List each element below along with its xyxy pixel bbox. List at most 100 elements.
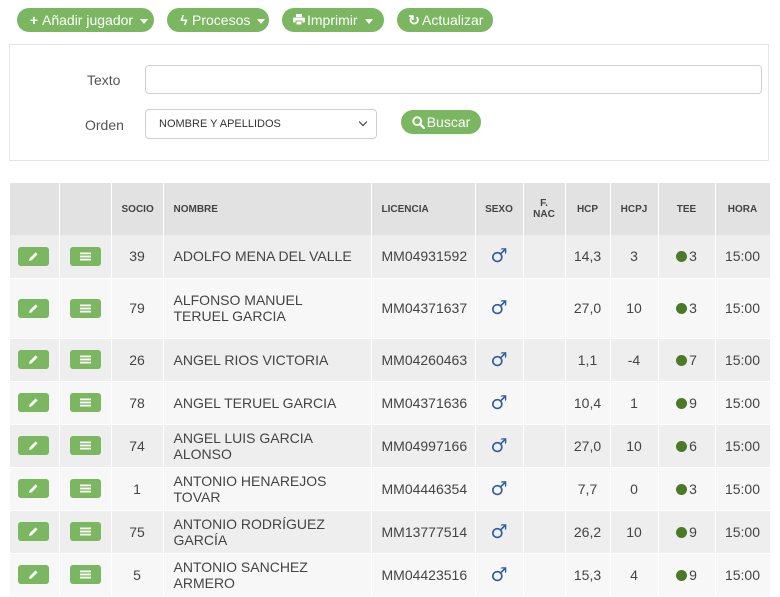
details-button[interactable] (70, 436, 101, 455)
hcpj-cell: 1 (610, 381, 659, 425)
hcpj-cell: -4 (610, 338, 659, 382)
sexo-cell: ♂ (475, 510, 524, 554)
nombre-cell: ANGEL TERUEL GARCIA (163, 381, 372, 425)
header-edit (10, 183, 60, 235)
edit-cell (10, 424, 60, 468)
order-select[interactable]: NOMBRE Y APELLIDOS (145, 109, 377, 139)
nombre-cell: ANTONIO SANCHEZ ARMERO (163, 553, 372, 597)
print-icon (292, 8, 306, 32)
licencia-cell: MM04423516 (371, 553, 476, 597)
edit-cell (10, 338, 60, 382)
edit-button[interactable] (18, 479, 50, 498)
tee-value: 9 (689, 566, 697, 583)
table-row: 78 ANGEL TERUEL GARCIA MM04371636 ♂ 10,4 1 9 15… (10, 381, 771, 425)
hora-cell: 15:00 (715, 235, 771, 279)
search-button-label: Buscar (426, 114, 471, 130)
edit-cell (10, 381, 60, 425)
text-label: Texto (87, 72, 121, 88)
hcpj-cell: 4 (610, 553, 659, 597)
refresh-icon: ↻ (408, 12, 420, 28)
socio-cell: 26 (111, 338, 164, 382)
table-header-row: SOCIO NOMBRE LICENCIA SEXO F. NAC HCP HCP… (10, 183, 771, 235)
fnac-cell (523, 235, 566, 279)
table-row: 74 ANGEL LUIS GARCIA ALONSO MM04997166 ♂ 27,… (10, 424, 771, 468)
details-button[interactable] (70, 298, 101, 318)
search-icon (412, 114, 427, 130)
dot-icon (676, 354, 688, 366)
search-button[interactable]: Buscar (401, 110, 481, 134)
details-button[interactable] (70, 479, 101, 498)
add-player-button[interactable]: + Añadir jugador (17, 8, 154, 32)
socio-cell: 5 (111, 553, 164, 597)
edit-button[interactable] (18, 393, 50, 412)
hcp-cell: 27,0 (565, 278, 611, 339)
list-cell (59, 553, 112, 597)
header-tee: TEE (658, 183, 716, 235)
socio-cell: 1 (111, 467, 164, 511)
sexo-cell: ♂ (475, 278, 524, 339)
table-row: 79 ALFONSO MANUEL TERUEL GARCIA MM04371637… (10, 278, 771, 339)
hora-cell: 15:00 (715, 424, 771, 468)
edit-button[interactable] (18, 436, 50, 455)
hora-cell: 15:00 (715, 467, 771, 511)
header-socio: SOCIO (111, 183, 164, 235)
tee-value: 3 (689, 480, 697, 497)
list-cell (59, 510, 112, 554)
hcp-cell: 1,1 (565, 338, 611, 382)
licencia-cell: MM04371636 (371, 381, 476, 425)
details-button[interactable] (70, 350, 101, 369)
tee-value: 7 (689, 351, 697, 368)
table-row: 5 ANTONIO SANCHEZ ARMERO MM04423516 ♂ 15,3 4 9… (10, 553, 771, 597)
nombre-cell: ADOLFO MENA DEL VALLE (163, 235, 372, 279)
fnac-cell (523, 278, 566, 339)
details-button[interactable] (70, 393, 101, 412)
header-licencia: LICENCIA (371, 183, 476, 235)
header-list (59, 183, 112, 235)
header-hcpj: HCPJ (610, 183, 659, 235)
edit-button[interactable] (18, 565, 50, 584)
hcp-cell: 27,0 (565, 424, 611, 468)
add-player-label: Añadir jugador (42, 12, 134, 28)
list-cell (59, 467, 112, 511)
licencia-cell: MM04260463 (371, 338, 476, 382)
print-button[interactable]: Imprimir (282, 8, 384, 32)
caret-down-icon (257, 18, 266, 24)
hcpj-cell: 10 (610, 510, 659, 554)
fnac-cell (523, 467, 566, 511)
chevron-down-icon (358, 117, 368, 127)
nombre-cell: ANGEL LUIS GARCIA ALONSO (163, 424, 372, 468)
edit-cell (10, 553, 60, 597)
dot-icon (676, 440, 688, 452)
tee-cell: 3 (658, 278, 716, 339)
dot-icon (676, 569, 688, 581)
socio-cell: 78 (111, 381, 164, 425)
edit-button[interactable] (18, 246, 50, 266)
hora-cell: 15:00 (715, 381, 771, 425)
dot-icon (676, 303, 688, 314)
sexo-cell: ♂ (475, 553, 524, 597)
socio-cell: 75 (111, 510, 164, 554)
list-cell (59, 424, 112, 468)
hcp-cell: 15,3 (565, 553, 611, 597)
header-sexo: SEXO (475, 183, 524, 235)
tee-value: 9 (689, 394, 697, 411)
processes-button[interactable]: ϟ Procesos (167, 8, 269, 32)
edit-cell (10, 510, 60, 554)
dot-icon (676, 251, 688, 263)
hcpj-cell: 3 (610, 235, 659, 279)
list-cell (59, 278, 112, 339)
edit-button[interactable] (18, 522, 50, 541)
refresh-button[interactable]: ↻ Actualizar (397, 8, 493, 32)
details-button[interactable] (70, 565, 101, 584)
table-row: 39 ADOLFO MENA DEL VALLE MM04931592 ♂ 14,3 3 3… (10, 235, 771, 279)
filter-panel: Texto Orden NOMBRE Y APELLIDOS Buscar (9, 44, 769, 161)
details-button[interactable] (70, 246, 101, 266)
processes-label: Procesos (192, 12, 251, 28)
hcp-cell: 14,3 (565, 235, 611, 279)
edit-button[interactable] (18, 350, 50, 369)
text-search-input[interactable] (145, 65, 762, 94)
sexo-cell: ♂ (475, 381, 524, 425)
edit-button[interactable] (18, 298, 50, 318)
details-button[interactable] (70, 522, 101, 541)
male-icon: ♂ (490, 245, 508, 268)
